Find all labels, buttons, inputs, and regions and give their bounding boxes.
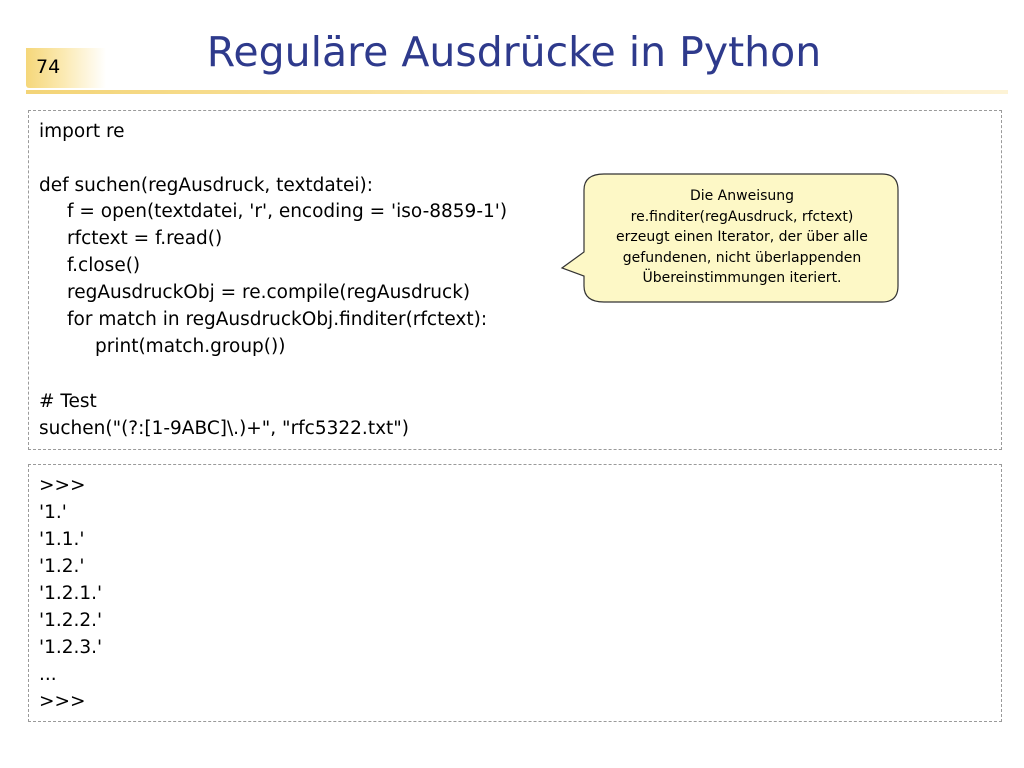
output-line: >>> [39,475,86,496]
code-line-import: import re [39,121,125,142]
code-line-for: for match in regAusdruckObj.finditer(rfc… [67,309,488,330]
output-line: ... [39,664,57,685]
page-title: Reguläre Ausdrücke in Python [206,28,822,76]
output-line: '1.' [39,502,67,523]
code-line-read: rfctext = f.read() [67,228,223,249]
code-line-close: f.close() [67,255,141,276]
callout-note: Die Anweisung re.finditer(regAusdruck, r… [560,172,900,304]
output-line: '1.2.2.' [39,610,103,631]
output-box: >>> '1.' '1.1.' '1.2.' '1.2.1.' '1.2.2.'… [28,464,1002,722]
code-line-comment: # Test [39,391,97,412]
code-line-def: def suchen(regAusdruck, textdatei): [39,175,373,196]
output-line: '1.2.3.' [39,637,103,658]
output-line: '1.2.' [39,556,85,577]
callout-text: Die Anweisung re.finditer(regAusdruck, r… [588,186,896,289]
callout-line: re.finditer(regAusdruck, rfctext) [630,208,854,225]
code-line-call: suchen("(?:[1-9ABC]\.)+", "rfc5322.txt") [39,418,409,439]
output-line: '1.2.1.' [39,583,103,604]
code-line-compile: regAusdruckObj = re.compile(regAusdruck) [67,282,471,303]
output-line: '1.1.' [39,529,85,550]
code-line-print: print(match.group()) [95,336,286,357]
code-line-open: f = open(textdatei, 'r', encoding = 'iso… [67,201,508,222]
callout-line: Die Anweisung [689,188,795,204]
callout-line: gefundenen, nicht überlappenden [622,249,862,266]
output-line: >>> [39,691,86,712]
title-divider [26,90,1008,94]
callout-line: Übereinstimmungen iteriert. [642,270,842,286]
callout-line: erzeugt einen Iterator, der über alle [616,229,868,245]
